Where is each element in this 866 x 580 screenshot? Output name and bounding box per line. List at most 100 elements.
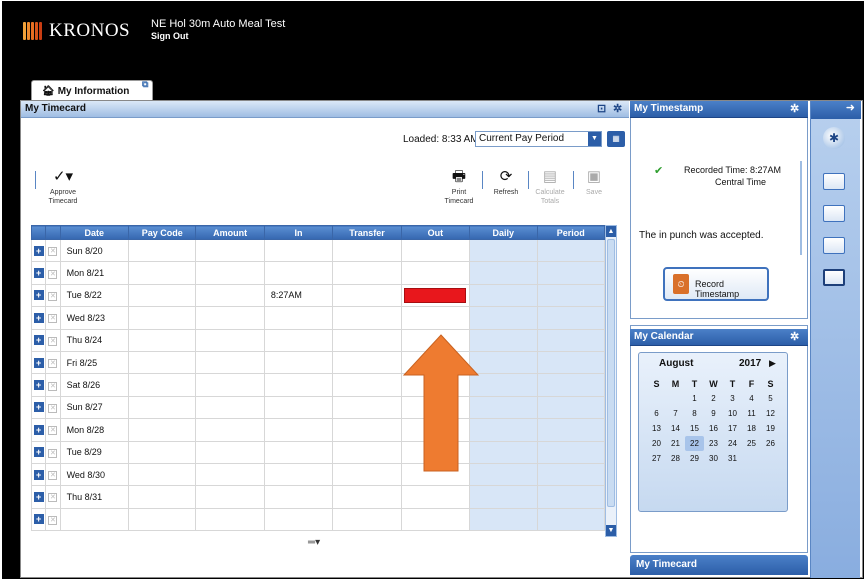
resize-splitter-icon[interactable]: ═▾ bbox=[308, 537, 320, 548]
transfer-cell[interactable] bbox=[332, 440, 402, 464]
calendar-picker-button[interactable]: ▦ bbox=[607, 131, 625, 147]
print-timecard-button[interactable]: 🖶︎ Print Timecard bbox=[441, 169, 477, 206]
expand-row-button[interactable]: + bbox=[30, 395, 47, 420]
column-header[interactable]: Period bbox=[536, 225, 606, 240]
date-cell[interactable]: Tue 8/29 bbox=[59, 440, 130, 464]
calendar-day[interactable]: 23 bbox=[704, 436, 723, 451]
table-row[interactable]: + ✕ Mon 8/21 bbox=[30, 261, 606, 285]
amount-cell[interactable] bbox=[195, 440, 265, 464]
scroll-thumb[interactable] bbox=[607, 239, 615, 507]
column-header[interactable]: Out bbox=[400, 225, 471, 240]
column-header[interactable]: Transfer bbox=[332, 225, 402, 240]
delete-row-button[interactable]: ✕ bbox=[45, 440, 61, 464]
date-cell[interactable]: Mon 8/28 bbox=[59, 418, 130, 442]
date-cell[interactable]: Tue 8/22 bbox=[59, 283, 130, 308]
column-header[interactable]: Daily bbox=[469, 225, 538, 240]
calculate-totals-button[interactable]: ▤ Calculate Totals bbox=[531, 169, 569, 206]
calendar-day[interactable]: 14 bbox=[666, 421, 685, 436]
expand-row-button[interactable]: + bbox=[30, 261, 47, 285]
pay-code-cell[interactable] bbox=[128, 306, 197, 330]
pay-code-cell[interactable] bbox=[128, 283, 197, 308]
column-header[interactable]: In bbox=[263, 225, 334, 240]
delete-row-button[interactable]: ✕ bbox=[45, 328, 61, 352]
pay-code-cell[interactable] bbox=[128, 462, 197, 487]
pay-code-cell[interactable] bbox=[128, 261, 197, 285]
calendar-day[interactable]: 15 bbox=[685, 421, 704, 436]
date-cell[interactable] bbox=[59, 507, 130, 532]
table-row[interactable]: + ✕ Thu 8/24 bbox=[30, 328, 606, 352]
delete-row-button[interactable]: ✕ bbox=[45, 462, 61, 487]
transfer-cell[interactable] bbox=[332, 418, 402, 442]
calendar-day[interactable]: 31 bbox=[723, 451, 742, 466]
calendar-day[interactable]: 2 bbox=[704, 391, 723, 406]
table-row[interactable]: + ✕ Thu 8/31 bbox=[30, 485, 606, 509]
refresh-button[interactable]: ⟳ Refresh bbox=[487, 169, 525, 197]
calendar-day[interactable]: 7 bbox=[666, 406, 685, 421]
calendar-day[interactable]: 13 bbox=[647, 421, 666, 436]
transfer-cell[interactable] bbox=[332, 462, 402, 487]
globe-icon[interactable]: ✱ bbox=[823, 127, 845, 149]
expand-row-button[interactable]: + bbox=[30, 440, 47, 464]
amount-cell[interactable] bbox=[195, 261, 265, 285]
amount-cell[interactable] bbox=[195, 462, 265, 487]
record-timestamp-button[interactable]: ⏲ Record Timestamp bbox=[663, 267, 769, 301]
column-header[interactable]: Amount bbox=[195, 225, 265, 240]
column-header[interactable]: Date bbox=[59, 225, 130, 240]
date-cell[interactable]: Thu 8/31 bbox=[59, 485, 130, 509]
pay-period-select[interactable]: Current Pay Period ▼ bbox=[475, 131, 602, 147]
calendar-day[interactable]: 5 bbox=[761, 391, 780, 406]
calendar-day[interactable]: 1 bbox=[685, 391, 704, 406]
transfer-cell[interactable] bbox=[332, 306, 402, 330]
calendar-day[interactable]: 21 bbox=[666, 436, 685, 451]
calendar-day[interactable]: 30 bbox=[704, 451, 723, 466]
out-cell[interactable] bbox=[400, 238, 471, 263]
expand-row-button[interactable]: + bbox=[30, 507, 47, 532]
delete-row-button[interactable]: ✕ bbox=[45, 283, 61, 308]
transfer-cell[interactable] bbox=[332, 485, 402, 509]
collapse-arrow-icon[interactable]: ➜ bbox=[811, 101, 861, 119]
calendar-day[interactable]: 17 bbox=[723, 421, 742, 436]
settings-gear-icon[interactable]: ✲ bbox=[790, 330, 799, 343]
amount-cell[interactable] bbox=[195, 418, 265, 442]
calendar-day[interactable]: 10 bbox=[723, 406, 742, 421]
calendar-day[interactable]: 29 bbox=[685, 451, 704, 466]
delete-row-button[interactable]: ✕ bbox=[45, 395, 61, 420]
calendar-day[interactable]: 16 bbox=[704, 421, 723, 436]
layout-button-3[interactable] bbox=[823, 237, 845, 254]
amount-cell[interactable] bbox=[195, 373, 265, 397]
layout-button-4[interactable] bbox=[823, 269, 845, 286]
delete-row-button[interactable]: ✕ bbox=[45, 507, 61, 532]
amount-cell[interactable] bbox=[195, 328, 265, 352]
calendar-day[interactable]: 9 bbox=[704, 406, 723, 421]
in-cell[interactable] bbox=[263, 485, 334, 509]
layout-button-2[interactable] bbox=[823, 205, 845, 222]
in-cell[interactable] bbox=[263, 261, 334, 285]
out-cell[interactable] bbox=[400, 485, 471, 509]
timestamp-scrollbar[interactable] bbox=[800, 161, 802, 255]
amount-cell[interactable] bbox=[195, 283, 265, 308]
pay-code-cell[interactable] bbox=[128, 328, 197, 352]
calendar-day[interactable]: 25 bbox=[742, 436, 761, 451]
expand-row-button[interactable]: + bbox=[30, 328, 47, 352]
out-cell[interactable] bbox=[400, 283, 471, 308]
transfer-cell[interactable] bbox=[332, 350, 402, 375]
transfer-cell[interactable] bbox=[332, 507, 402, 532]
in-cell[interactable] bbox=[263, 507, 334, 532]
expand-row-button[interactable]: + bbox=[30, 418, 47, 442]
out-cell[interactable] bbox=[400, 306, 471, 330]
table-row[interactable]: + ✕ Wed 8/30 bbox=[30, 462, 606, 487]
amount-cell[interactable] bbox=[195, 238, 265, 263]
calendar-day[interactable]: 18 bbox=[742, 421, 761, 436]
my-timecard-tab[interactable]: My Timecard bbox=[630, 555, 808, 575]
expand-row-button[interactable]: + bbox=[30, 283, 47, 308]
date-cell[interactable]: Sat 8/26 bbox=[59, 373, 130, 397]
in-cell[interactable] bbox=[263, 306, 334, 330]
delete-row-button[interactable]: ✕ bbox=[45, 373, 61, 397]
pay-code-cell[interactable] bbox=[128, 238, 197, 263]
transfer-cell[interactable] bbox=[332, 373, 402, 397]
delete-row-button[interactable]: ✕ bbox=[45, 418, 61, 442]
delete-row-button[interactable]: ✕ bbox=[45, 485, 61, 509]
table-row[interactable]: + ✕ Sat 8/26 bbox=[30, 373, 606, 397]
transfer-cell[interactable] bbox=[332, 238, 402, 263]
save-button[interactable]: ▣ Save bbox=[579, 169, 609, 197]
